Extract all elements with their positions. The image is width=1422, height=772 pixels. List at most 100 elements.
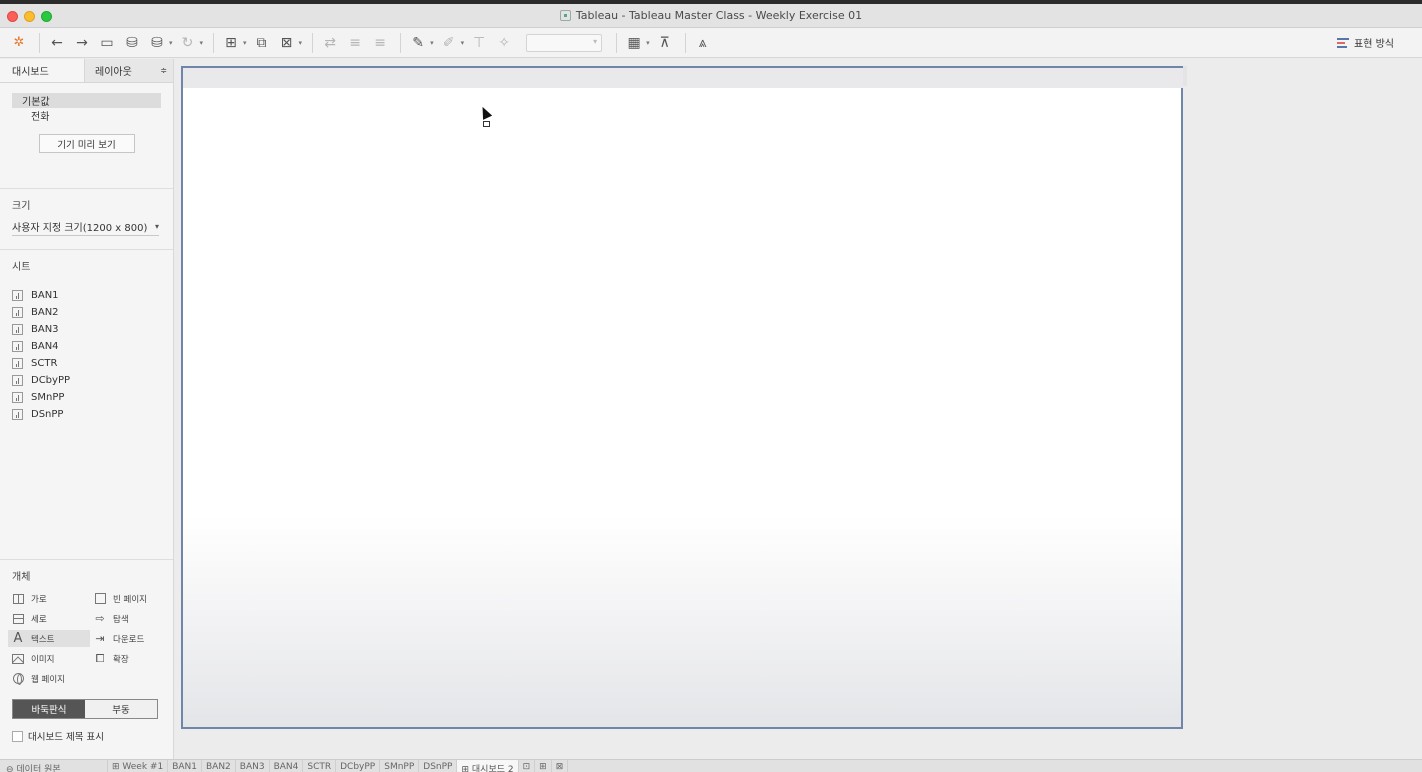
web-page-icon	[12, 673, 24, 685]
undo-icon[interactable]: ←	[46, 32, 68, 54]
object-navigation[interactable]: ⇨ 탐색	[90, 610, 172, 627]
device-preview-button[interactable]: 기기 미리 보기	[38, 134, 135, 153]
new-worksheet-tab-icon[interactable]: ⊡	[519, 760, 536, 772]
new-worksheet-caret-icon[interactable]: ▾	[243, 39, 247, 47]
toolbar: ✲ ← → ▭ ⛁ ⛁ ▾ ↻ ▾ ⊞ ▾ ⧉ ⊠ ▾ ⇄ ≡ ≡ ✎ ▾ ✐ …	[0, 28, 1422, 58]
share-icon[interactable]: ⩓	[692, 32, 714, 54]
tab-dcbypp[interactable]: DCbyPP	[336, 760, 381, 772]
tab-dashboard[interactable]: 대시보드	[0, 59, 84, 82]
clear-sheet-icon[interactable]: ⊠	[276, 32, 298, 54]
tab-ban4[interactable]: BAN4	[270, 760, 304, 772]
tab-layout-label: 레이아웃	[95, 67, 132, 78]
worksheet-icon	[12, 375, 23, 386]
close-window-button[interactable]	[7, 11, 18, 22]
save-icon[interactable]: ▭	[96, 32, 118, 54]
object-label: 세로	[31, 614, 47, 625]
show-title-checkbox[interactable]	[12, 730, 23, 742]
fit-dropdown[interactable]	[526, 33, 603, 52]
tab-dashboard-2[interactable]: ⊞ 대시보드 2	[457, 760, 519, 772]
presentation-mode-icon[interactable]: ⊼	[654, 32, 676, 54]
sheet-item[interactable]: BAN1	[12, 287, 161, 304]
object-image[interactable]: 이미지	[8, 650, 90, 667]
show-cards-icon[interactable]: ▦	[623, 32, 645, 54]
worksheet-icon	[12, 409, 23, 420]
refresh-icon[interactable]: ↻	[177, 32, 199, 54]
pause-updates-caret-icon[interactable]: ▾	[169, 39, 173, 47]
object-horizontal[interactable]: 가로	[8, 590, 90, 607]
show-dashboard-title[interactable]: 대시보드 제목 표시	[12, 729, 173, 743]
device-item-phone[interactable]: 전화	[12, 108, 161, 123]
show-me-button[interactable]: 표현 방식	[1337, 35, 1394, 50]
maximize-window-button[interactable]	[41, 11, 52, 22]
show-title-label: 대시보드 제목 표시	[28, 732, 104, 743]
dashboard-pane: 대시보드 레이아웃 ≑ 기본값 전화 기기 미리 보기 크기 사용자 지정 크기…	[0, 59, 174, 759]
object-text[interactable]: A 텍스트	[8, 630, 90, 647]
redo-icon[interactable]: →	[71, 32, 93, 54]
size-section: 크기 사용자 지정 크기(1200 x 800) ▾	[0, 189, 173, 250]
sheet-item-label: BAN4	[31, 341, 59, 352]
tab-week1[interactable]: ⊞ Week #1	[108, 760, 169, 772]
tiled-option[interactable]: 바둑판식	[13, 700, 85, 718]
sheets-section: 시트 BAN1 BAN2 BAN3 BAN4 SCTR DCbyPP SMnPP…	[0, 250, 173, 423]
sheet-item[interactable]: SCTR	[12, 355, 161, 372]
sheet-item[interactable]: SMnPP	[12, 389, 161, 406]
tab-ban1[interactable]: BAN1	[168, 760, 202, 772]
new-dashboard-tab-icon[interactable]: ⊞	[535, 760, 552, 772]
clear-sheet-caret-icon[interactable]: ▾	[299, 39, 303, 47]
pause-updates-icon[interactable]: ⛁	[146, 32, 168, 54]
object-blank[interactable]: 빈 페이지	[90, 590, 172, 607]
object-download[interactable]: ⇥ 다운로드	[90, 630, 172, 647]
tableau-logo-icon[interactable]: ✲	[8, 32, 30, 54]
worksheet-icon	[12, 290, 23, 301]
object-label: 확장	[113, 654, 129, 665]
swap-rows-columns-icon[interactable]: ⇄	[319, 32, 341, 54]
sheet-item[interactable]: DSnPP	[12, 406, 161, 423]
dashboard-frame[interactable]	[181, 66, 1183, 729]
worksheet-icon	[12, 307, 23, 318]
tab-smnpp[interactable]: SMnPP	[380, 760, 420, 772]
objects-section: 개체 가로 빈 페이지 세로 ⇨ 탐색 A 텍스트 ⇥ 다운로드 이미지 ⧠ 확…	[0, 559, 173, 743]
tab-dsnpp[interactable]: DSnPP	[419, 760, 458, 772]
new-data-source-icon[interactable]: ⛁	[121, 32, 143, 54]
floating-option[interactable]: 부동	[85, 700, 157, 718]
toolbar-separator	[213, 32, 215, 53]
minimize-window-button[interactable]	[24, 11, 35, 22]
navigation-icon: ⇨	[95, 612, 105, 625]
tab-sctr[interactable]: SCTR	[303, 760, 337, 772]
new-story-tab-icon[interactable]: ⊠	[552, 760, 569, 772]
refresh-caret-icon[interactable]: ▾	[200, 39, 204, 47]
sort-ascending-icon[interactable]: ≡	[344, 32, 366, 54]
size-dropdown[interactable]: 사용자 지정 크기(1200 x 800) ▾	[12, 220, 159, 236]
object-web-page[interactable]: 웹 페이지	[8, 670, 90, 687]
size-label: 크기	[12, 201, 31, 212]
object-extension[interactable]: ⧠ 확장	[90, 650, 172, 667]
sort-descending-icon[interactable]: ≡	[369, 32, 391, 54]
group-members-caret-icon[interactable]: ▾	[461, 39, 465, 47]
duplicate-sheet-icon[interactable]: ⧉	[251, 32, 273, 54]
sheet-item-label: SCTR	[31, 358, 58, 369]
highlight-caret-icon[interactable]: ▾	[430, 39, 434, 47]
device-item-default[interactable]: 기본값	[12, 93, 161, 108]
worksheet-icon	[12, 341, 23, 352]
chevron-down-icon: ▾	[154, 222, 159, 231]
tab-ban2[interactable]: BAN2	[202, 760, 236, 772]
show-cards-caret-icon[interactable]: ▾	[646, 39, 650, 47]
sheet-item[interactable]: DCbyPP	[12, 372, 161, 389]
group-members-icon[interactable]: ✐	[438, 32, 460, 54]
dashboard-title-strip[interactable]	[183, 68, 1183, 88]
title-bar: Tableau - Tableau Master Class - Weekly …	[0, 4, 1422, 28]
object-label: 텍스트	[31, 634, 55, 645]
show-mark-labels-icon[interactable]: ⊤	[468, 32, 490, 54]
fix-axes-icon[interactable]: ✧	[493, 32, 515, 54]
sheet-item[interactable]: BAN4	[12, 338, 161, 355]
sheet-item[interactable]: BAN3	[12, 321, 161, 338]
tab-ban3[interactable]: BAN3	[236, 760, 270, 772]
dashboard-canvas[interactable]	[175, 59, 1422, 759]
tab-data-source[interactable]: ⊖ 데이터 원본	[0, 760, 108, 772]
device-item-label: 전화	[31, 112, 50, 123]
sheet-item[interactable]: BAN2	[12, 304, 161, 321]
new-worksheet-icon[interactable]: ⊞	[220, 32, 242, 54]
tab-layout[interactable]: 레이아웃 ≑	[84, 59, 173, 82]
highlight-icon[interactable]: ✎	[407, 32, 429, 54]
object-vertical[interactable]: 세로	[8, 610, 90, 627]
